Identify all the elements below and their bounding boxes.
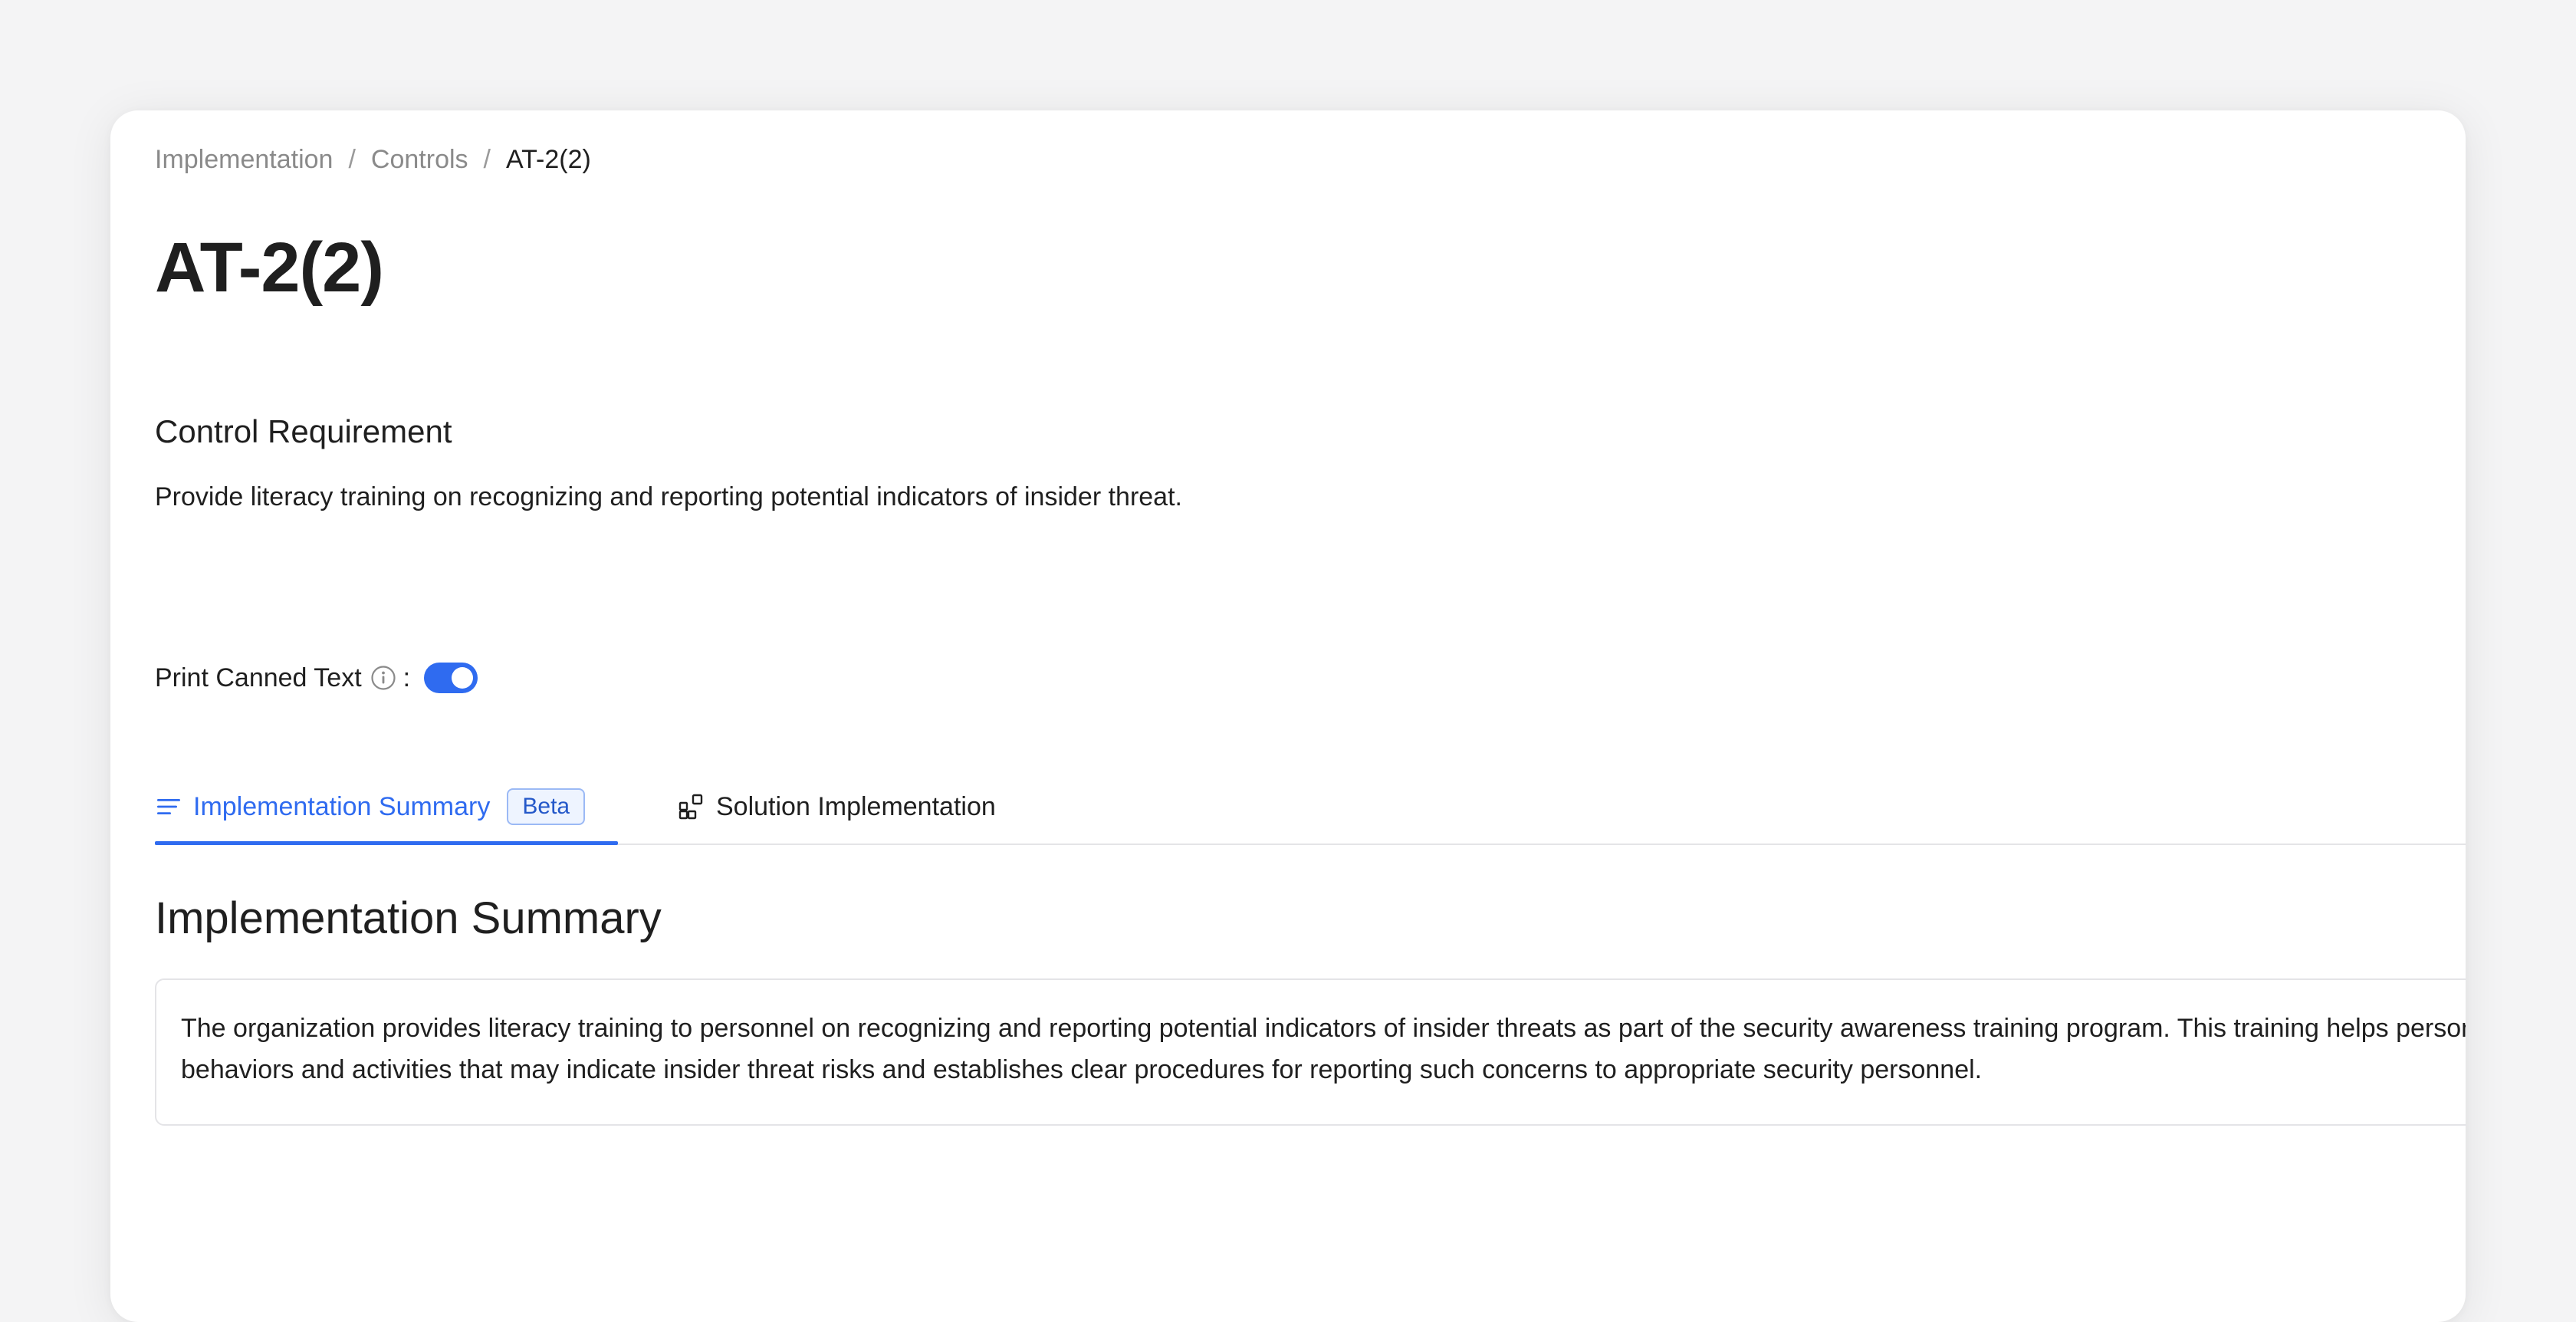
control-requirement-text: Provide literacy training on recognizing… (155, 482, 1182, 511)
tab-implementation-summary-label: Implementation Summary (193, 791, 491, 821)
implementation-summary-heading: Implementation Summary (155, 893, 662, 943)
tab-bar: Implementation Summary Beta Solution Imp… (155, 770, 2466, 845)
beta-badge: Beta (507, 788, 586, 825)
implementation-summary-text: The organization provides literacy train… (181, 1014, 2466, 1084)
page-title: AT-2(2) (155, 229, 384, 307)
breadcrumb-implementation[interactable]: Implementation (155, 143, 333, 176)
tab-solution-implementation-label: Solution Implementation (716, 791, 996, 821)
tab-implementation-summary[interactable]: Implementation Summary Beta (155, 770, 618, 845)
print-canned-text-colon: : (402, 663, 411, 692)
breadcrumb-separator: / (348, 145, 356, 174)
breadcrumb: Implementation / Controls / AT-2(2) (155, 143, 591, 176)
breadcrumb-current: AT-2(2) (505, 145, 591, 174)
print-canned-text-label: Print Canned Text (155, 663, 362, 692)
breadcrumb-controls[interactable]: Controls (371, 143, 468, 176)
toggle-knob (452, 667, 474, 689)
tab-solution-implementation[interactable]: Solution Implementation (678, 770, 996, 844)
print-canned-text-toggle[interactable] (424, 663, 478, 693)
main-card: Implementation / Controls / AT-2(2) AT-2… (110, 110, 2466, 1322)
implementation-summary-box: The organization provides literacy train… (155, 978, 2466, 1126)
widgets-icon (678, 793, 705, 820)
control-requirement-heading: Control Requirement (155, 413, 452, 449)
info-icon[interactable] (370, 664, 397, 692)
list-icon (155, 793, 182, 820)
print-canned-text-row: Print Canned Text : (155, 661, 478, 695)
breadcrumb-separator: / (483, 145, 491, 174)
